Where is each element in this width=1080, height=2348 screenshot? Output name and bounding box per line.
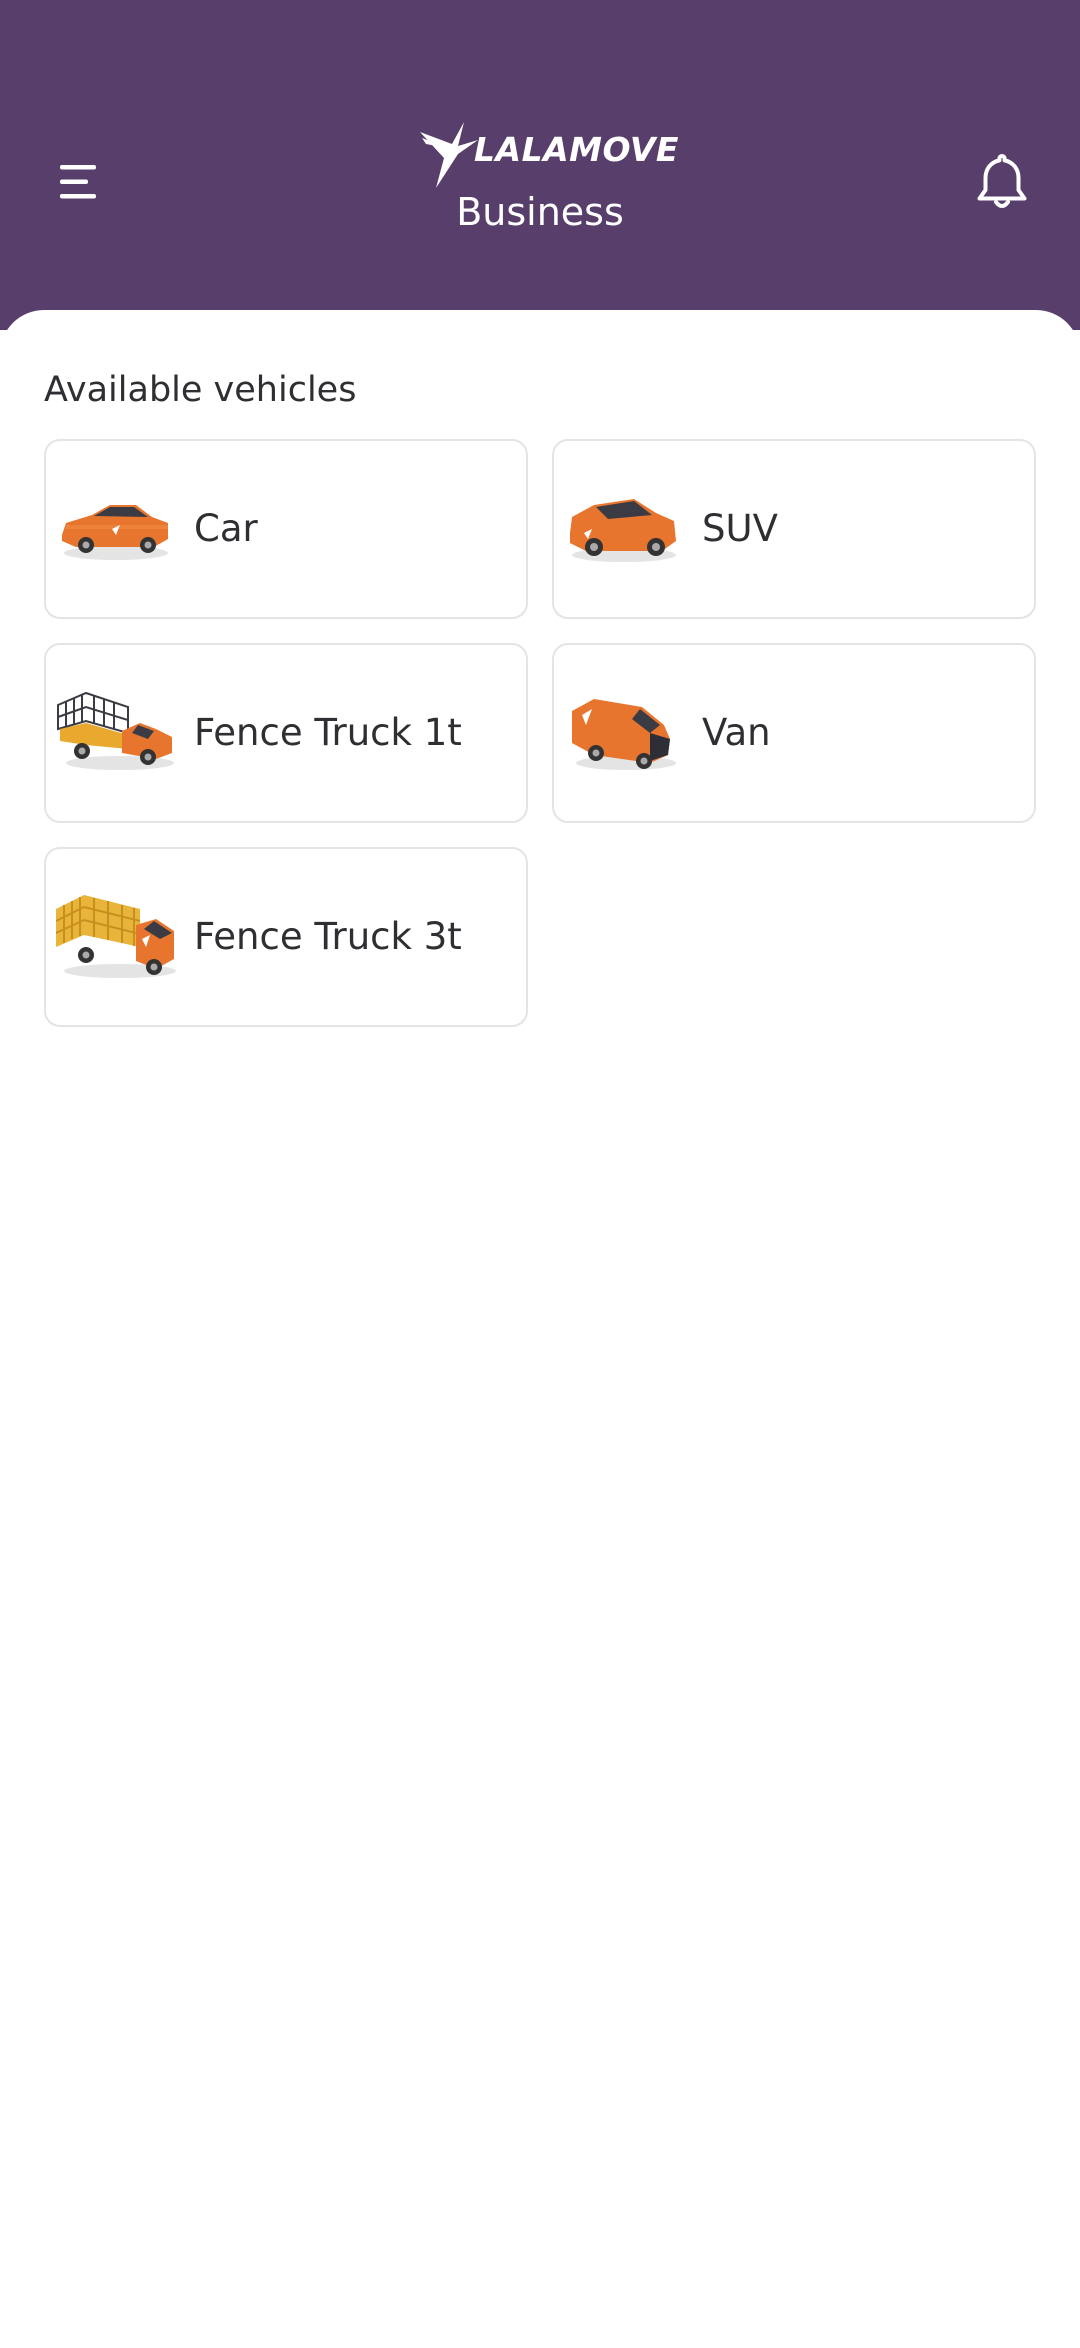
- brand-logo: LALAMOVE: [418, 118, 678, 190]
- bell-icon: [977, 154, 1027, 208]
- fence-truck-3t-icon: [56, 895, 176, 978]
- vehicle-card-suv[interactable]: SUV: [552, 439, 1036, 619]
- vehicle-card-van[interactable]: Van: [552, 643, 1036, 823]
- vehicle-card-car[interactable]: Car: [44, 439, 528, 619]
- car-icon: [62, 505, 168, 560]
- vehicle-card-fence-truck-1t[interactable]: Fence Truck 1t: [44, 643, 528, 823]
- vehicle-label: Fence Truck 3t: [194, 915, 462, 958]
- notification-button[interactable]: [974, 152, 1030, 212]
- vehicle-label: Fence Truck 1t: [194, 711, 462, 754]
- app-header: LALAMOVE Business: [0, 0, 1080, 330]
- section-title: Available vehicles: [44, 370, 357, 410]
- suv-icon: [570, 499, 676, 562]
- vehicle-label: Van: [702, 711, 771, 754]
- brand-name: LALAMOVE: [474, 130, 679, 169]
- vehicle-label: Car: [194, 507, 258, 550]
- content-sheet: Available vehicles Car SUV Fence Truck 1…: [0, 310, 1080, 2348]
- header-subtitle: Business: [456, 190, 624, 234]
- van-icon: [572, 699, 676, 770]
- fence-truck-1t-icon: [57, 691, 174, 770]
- vehicle-card-fence-truck-3t[interactable]: Fence Truck 3t: [44, 847, 528, 1027]
- vehicle-label: SUV: [702, 507, 778, 550]
